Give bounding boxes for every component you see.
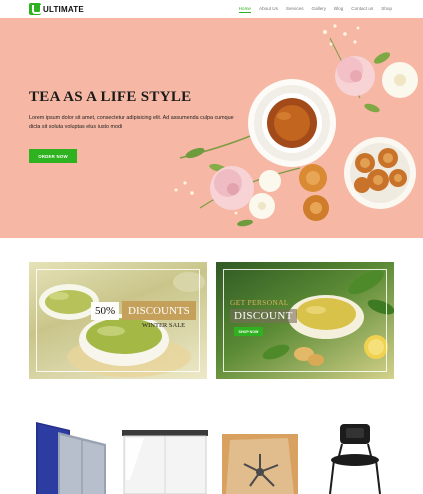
nav-services[interactable]: Services xyxy=(286,6,304,13)
product-room-divider[interactable] xyxy=(30,420,108,494)
product-black-chair[interactable] xyxy=(316,420,394,494)
order-now-button[interactable]: ORDER NOW xyxy=(29,149,77,163)
hero-description: Lorem ipsum dolor sit amet, consectetur … xyxy=(29,115,234,130)
nav-gallery[interactable]: Gallery xyxy=(312,6,327,13)
logo[interactable]: ULTIMATE xyxy=(29,3,84,15)
product-chair-mat[interactable] xyxy=(222,420,298,494)
office-chair-mat-image xyxy=(222,434,298,494)
discount-percent: 50% xyxy=(91,302,120,320)
logo-text: ULTIMATE xyxy=(43,4,84,14)
room-divider-image xyxy=(36,422,106,494)
nav-blog[interactable]: Blog xyxy=(334,6,343,13)
site-header: ULTIMATE Home About Us Services Gallery … xyxy=(0,0,423,18)
nav-home[interactable]: Home xyxy=(238,6,251,13)
nav-about-us[interactable]: About Us xyxy=(259,6,278,13)
shop-now-button[interactable]: SHOP NOW xyxy=(234,327,263,336)
personal-discount-banner[interactable]: GET PERSONAL DISCOUNT SHOP NOW xyxy=(216,262,394,379)
main-nav: Home About Us Services Gallery Blog Cont… xyxy=(238,6,392,13)
product-white-cabinet[interactable] xyxy=(120,420,210,494)
hero-banner: TEA AS A LIFE STYLE Lorem ipsum dolor si… xyxy=(0,18,423,238)
nav-contact-us[interactable]: Contact us xyxy=(351,6,373,13)
white-cabinet-image xyxy=(122,430,208,494)
discount-label: DISCOUNTS xyxy=(122,301,196,320)
banner-frame xyxy=(36,269,200,372)
winter-sale-banner[interactable]: 50% DISCOUNTS WINTER SALE xyxy=(29,262,207,379)
logo-mark-icon xyxy=(29,3,42,15)
discount-label: DISCOUNT xyxy=(230,309,297,323)
winter-sale-text: WINTER SALE xyxy=(142,322,186,329)
hero-title: TEA AS A LIFE STYLE xyxy=(29,89,192,105)
nav-shop[interactable]: Shop xyxy=(381,6,392,13)
black-chair-image xyxy=(329,424,381,494)
get-personal-text: GET PERSONAL xyxy=(230,298,289,307)
